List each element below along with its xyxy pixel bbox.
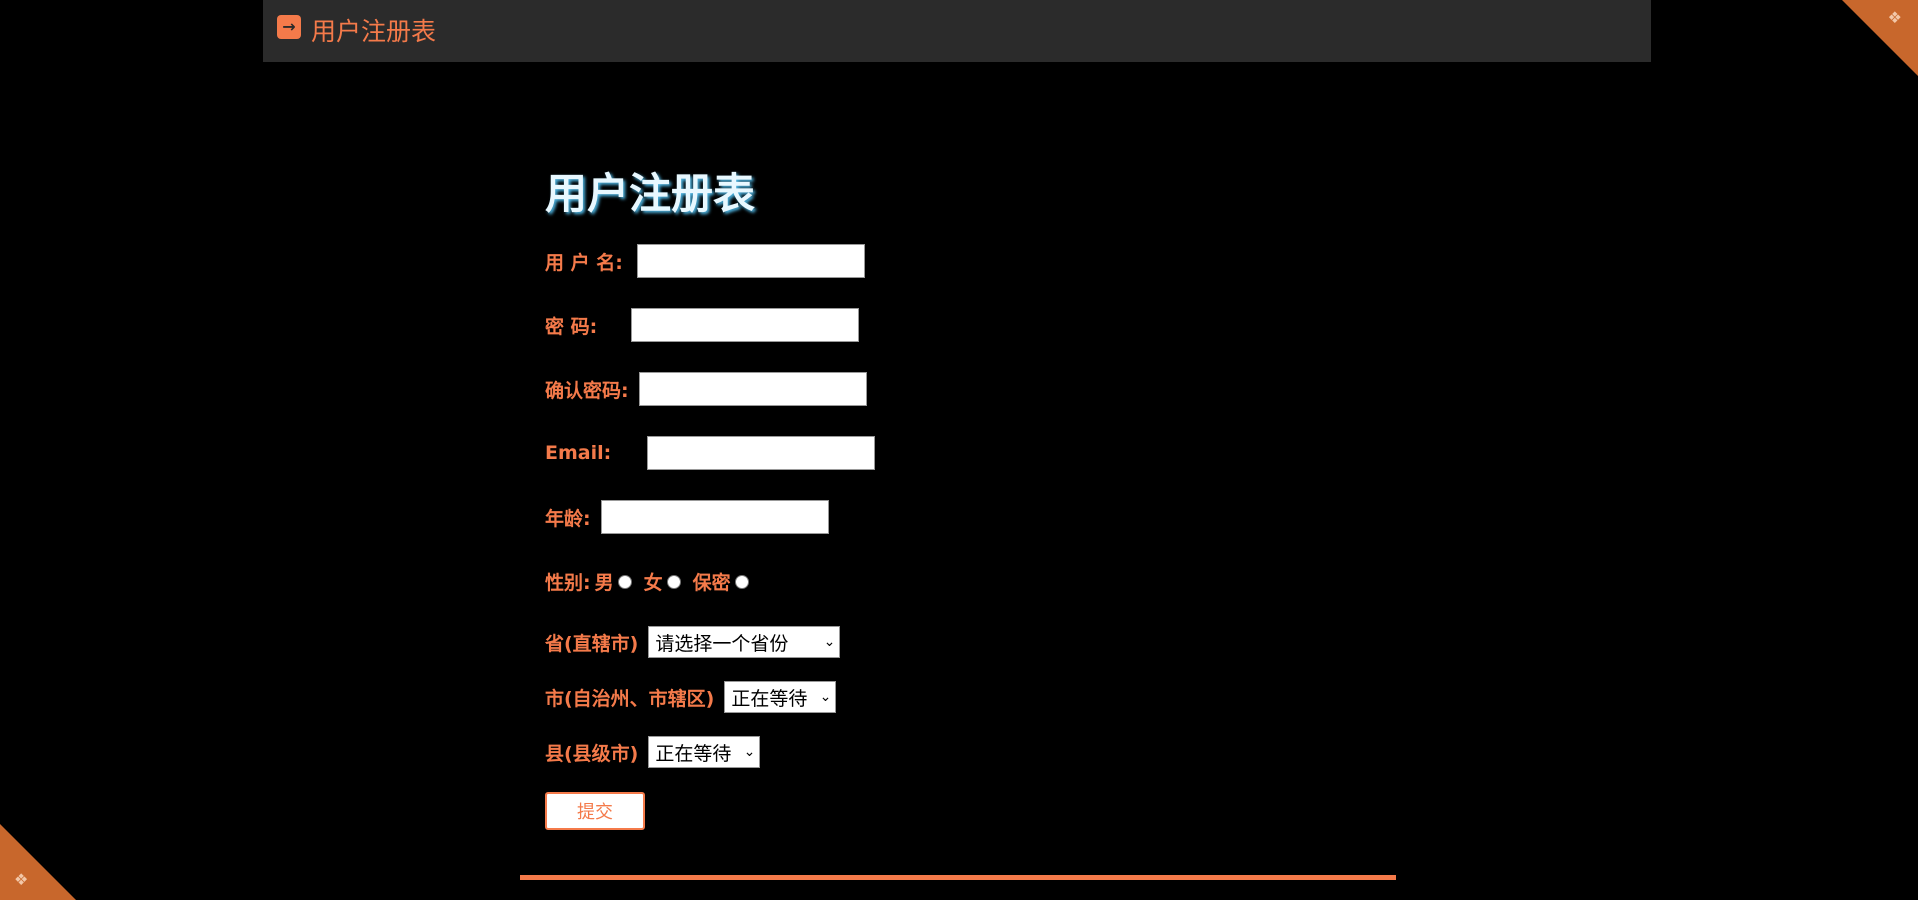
username-row: 用 户 名:: [545, 244, 865, 278]
gender-female-radio[interactable]: [666, 574, 681, 589]
county-row: 县(县级市) 正在等待 ⌄: [545, 736, 761, 768]
city-selected-value: 正在等待: [731, 687, 808, 710]
footer-divider: [520, 875, 1396, 880]
username-label: 用 户 名:: [545, 251, 623, 274]
chevron-down-icon: ⌄: [819, 689, 832, 705]
county-label: 县(县级市): [545, 742, 639, 765]
gender-label: 性别:: [545, 572, 591, 594]
corner-decoration-bottom-left: [0, 824, 76, 900]
age-row: 年龄:: [545, 500, 829, 534]
province-select[interactable]: 请选择一个省份 ⌄: [648, 626, 841, 658]
page-header-title: 用户注册表: [311, 17, 437, 46]
arrow-right-icon[interactable]: →: [277, 15, 301, 39]
menu-grid-icon[interactable]: ❖: [14, 872, 28, 888]
county-selected-value: 正在等待: [655, 742, 732, 765]
confirm-password-input[interactable]: [638, 372, 867, 406]
city-select[interactable]: 正在等待 ⌄: [724, 681, 837, 713]
corner-decoration-top-right: [1842, 0, 1918, 76]
menu-grid-icon[interactable]: ❖: [1888, 10, 1902, 26]
age-input[interactable]: [600, 500, 829, 534]
gender-option-male-label: 男: [594, 572, 614, 594]
top-bar: → 用户注册表: [263, 0, 1651, 62]
city-label: 市(自治州、市辖区): [545, 687, 715, 710]
province-selected-value: 请选择一个省份: [655, 632, 789, 655]
province-row: 省(直辖市) 请选择一个省份 ⌄: [545, 626, 841, 658]
gender-row: 性别: 男 女 保密: [545, 568, 761, 595]
gender-male-radio[interactable]: [617, 574, 632, 589]
confirm-password-label: 确认密码:: [545, 379, 629, 402]
gender-option-female-label: 女: [643, 572, 663, 594]
password-row: 密 码:: [545, 308, 860, 342]
email-label: Email:: [545, 442, 612, 464]
county-select[interactable]: 正在等待 ⌄: [648, 736, 761, 768]
chevron-down-icon: ⌄: [743, 744, 756, 760]
province-label: 省(直辖市): [545, 632, 639, 655]
email-row: Email:: [545, 436, 876, 470]
gender-option-secret-label: 保密: [692, 572, 731, 594]
username-input[interactable]: [636, 244, 865, 278]
password-input[interactable]: [631, 308, 860, 342]
password-label: 密 码:: [545, 315, 598, 338]
form-heading: 用户注册表: [545, 169, 756, 218]
age-label: 年龄:: [545, 507, 591, 530]
confirm-password-row: 确认密码:: [545, 372, 867, 406]
city-row: 市(自治州、市辖区) 正在等待 ⌄: [545, 681, 837, 713]
submit-button[interactable]: 提交: [545, 792, 645, 830]
email-input[interactable]: [647, 436, 876, 470]
chevron-down-icon: ⌄: [823, 634, 836, 650]
gender-secret-radio[interactable]: [734, 574, 749, 589]
